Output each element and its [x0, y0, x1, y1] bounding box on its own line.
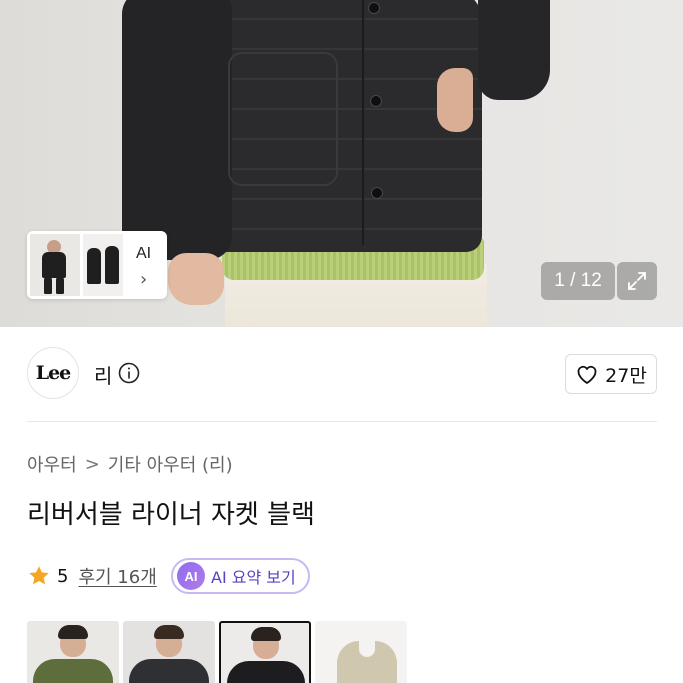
hero-hand — [168, 253, 224, 305]
ai-thumb-label: AI — [136, 245, 152, 262]
image-counter: 1 / 12 — [541, 262, 615, 300]
thumbnail-image — [83, 234, 123, 296]
ai-summary-button[interactable]: AI AI 요약 보기 — [171, 558, 310, 594]
reviews-link[interactable]: 후기 16개 — [78, 563, 156, 589]
ai-thumbnail-card[interactable]: AI › — [27, 231, 167, 299]
brand-logo[interactable]: Lee — [27, 347, 79, 399]
breadcrumb-item[interactable]: 아우터 — [27, 451, 77, 477]
product-title: 리버서블 라이너 자켓 블랙 — [27, 500, 315, 530]
breadcrumb: 아우터 > 기타 아우터 (리) — [27, 451, 233, 477]
hero-button — [370, 95, 382, 107]
hero-pocket — [228, 52, 338, 186]
hero-button — [371, 187, 383, 199]
hero-sleeve-right — [478, 0, 550, 100]
ai-summary-label: AI 요약 보기 — [211, 568, 296, 587]
product-hero-image[interactable]: AI › 1 / 12 — [0, 0, 683, 327]
ai-badge-icon: AI — [177, 562, 205, 590]
color-swatch-khaki[interactable] — [27, 621, 119, 683]
heart-outline-icon — [577, 365, 597, 384]
thumbnail-image — [30, 234, 80, 296]
brand-name[interactable]: 리 — [94, 360, 112, 389]
hero-placket — [362, 0, 364, 245]
expand-icon — [628, 272, 646, 290]
color-swatch-black[interactable] — [219, 621, 311, 683]
color-swatch-beige[interactable] — [315, 621, 407, 683]
like-button[interactable]: 27만 — [565, 354, 657, 394]
divider — [27, 421, 657, 422]
rating-score: 5 — [57, 565, 69, 587]
breadcrumb-item[interactable]: 기타 아우터 (리) — [108, 451, 233, 477]
expand-button[interactable] — [617, 262, 657, 300]
rating-row: 5 후기 16개 — [27, 563, 157, 589]
hero-hand — [437, 68, 473, 132]
hero-sleeve-left — [122, 0, 232, 260]
color-swatch-charcoal[interactable] — [123, 621, 215, 683]
like-count: 27만 — [605, 364, 647, 387]
chevron-right-icon: > — [84, 453, 100, 475]
info-icon[interactable] — [118, 362, 140, 384]
chevron-right-icon: › — [140, 269, 148, 290]
hero-button — [368, 2, 380, 14]
star-icon — [29, 566, 49, 585]
